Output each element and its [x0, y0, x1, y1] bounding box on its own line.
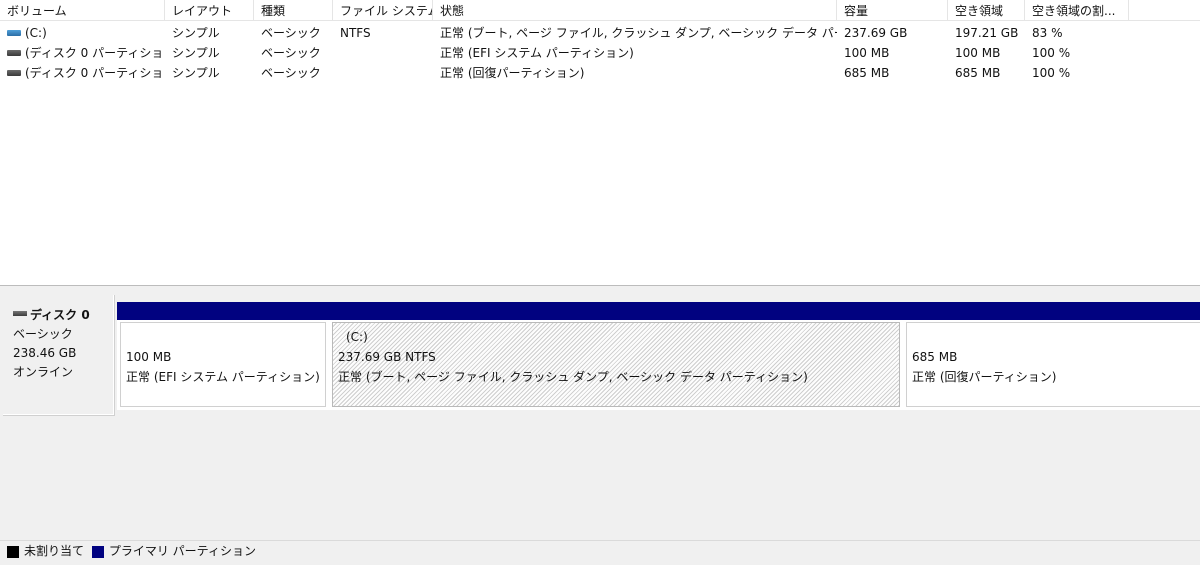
filesystem-cell: NTFS [340, 26, 371, 40]
legend-item-unallocated: 未割り当て [7, 541, 84, 562]
primary-partition-swatch-icon [91, 545, 104, 558]
partition-status: 正常 (回復パーティション) [912, 370, 1057, 384]
partition-status: 正常 (ブート, ページ ファイル, クラッシュ ダンプ, ベーシック データ … [338, 370, 808, 384]
type-cell: ベーシック [261, 26, 321, 40]
legend-item-primary: プライマリ パーティション [91, 541, 256, 562]
volume-row[interactable]: (ディスク 0 パーティション 4) シンプル ベーシック 正常 (回復パーティ… [0, 63, 1200, 83]
capacity-cell: 100 MB [844, 46, 890, 60]
status-cell: 正常 (EFI システム パーティション) [440, 46, 634, 60]
partition-size: 237.69 GB NTFS [338, 350, 436, 364]
column-header-free-percent[interactable]: 空き領域の割... [1025, 0, 1129, 21]
partition-recovery[interactable]: 685 MB 正常 (回復パーティション) [903, 302, 1200, 410]
disk-type: ベーシック [13, 327, 73, 341]
legend-label: プライマリ パーティション [108, 544, 256, 558]
free-space-cell: 197.21 GB [955, 26, 1019, 40]
column-header-filesystem[interactable]: ファイル システム [333, 0, 433, 21]
volume-name: (C:) [25, 26, 47, 40]
column-header-status[interactable]: 状態 [433, 0, 837, 21]
partition-size: 685 MB [912, 350, 958, 364]
volume-name-cell: (C:) [0, 23, 165, 43]
volume-row[interactable]: (C:) シンプル ベーシック NTFS 正常 (ブート, ページ ファイル, … [0, 23, 1200, 43]
type-cell: ベーシック [261, 46, 321, 60]
layout-cell: シンプル [172, 26, 220, 40]
disk-info-panel[interactable]: ディスク 0 ベーシック 238.46 GB オンライン [3, 295, 115, 416]
volume-list[interactable]: ボリューム レイアウト 種類 ファイル システム 状態 容量 空き領域 空き領域… [0, 0, 1200, 286]
status-cell: 正常 (ブート, ページ ファイル, クラッシュ ダンプ, ベーシック データ … [440, 26, 837, 40]
disk-name-line: ディスク 0 [13, 306, 114, 325]
partition-body: 100 MB 正常 (EFI システム パーティション) [120, 322, 326, 407]
legend-bar: 未割り当て プライマリ パーティション [0, 540, 1200, 563]
column-header-type[interactable]: 種類 [254, 0, 333, 21]
partition-size: 100 MB [126, 350, 172, 364]
disk-name: ディスク 0 [30, 308, 90, 322]
volume-icon [7, 70, 21, 76]
capacity-cell: 237.69 GB [844, 26, 908, 40]
filesystem-cell [333, 43, 433, 63]
capacity-cell: 685 MB [844, 66, 890, 80]
free-space-cell: 100 MB [955, 46, 1001, 60]
disk-state: オンライン [13, 365, 74, 379]
column-header-capacity[interactable]: 容量 [837, 0, 948, 21]
partition-type-bar [903, 302, 1200, 320]
legend-label: 未割り当て [24, 544, 85, 558]
partition-type-bar [117, 302, 329, 320]
disk-size: 238.46 GB [13, 346, 77, 360]
volume-list-header: ボリューム レイアウト 種類 ファイル システム 状態 容量 空き領域 空き領域… [0, 0, 1200, 21]
partition-type-bar [329, 302, 903, 320]
partition-status: 正常 (EFI システム パーティション) [126, 370, 320, 384]
volume-icon [7, 30, 21, 36]
free-percent-cell: 100 % [1032, 46, 1071, 60]
volume-name: (ディスク 0 パーティション 4) [25, 66, 165, 80]
volume-name-cell: (ディスク 0 パーティション 4) [0, 63, 165, 83]
volume-row[interactable]: (ディスク 0 パーティション 1) シンプル ベーシック 正常 (EFI シス… [0, 43, 1200, 63]
partition-efi[interactable]: 100 MB 正常 (EFI システム パーティション) [117, 302, 329, 410]
free-percent-cell: 100 % [1032, 66, 1071, 80]
type-cell: ベーシック [261, 66, 321, 80]
column-header-layout[interactable]: レイアウト [165, 0, 254, 21]
partition-body: 685 MB 正常 (回復パーティション) [906, 322, 1200, 407]
free-percent-cell: 83 % [1032, 26, 1063, 40]
volume-icon [7, 50, 21, 56]
filesystem-cell [333, 63, 433, 83]
partition-c[interactable]: (C:) 237.69 GB NTFS 正常 (ブート, ページ ファイル, ク… [329, 302, 903, 410]
free-space-cell: 685 MB [955, 66, 1001, 80]
partition-title: (C:) [346, 330, 368, 344]
column-header-volume[interactable]: ボリューム [0, 0, 165, 21]
volume-name-cell: (ディスク 0 パーティション 1) [0, 43, 165, 63]
status-cell: 正常 (回復パーティション) [440, 66, 585, 80]
disk-graphical-view[interactable]: ディスク 0 ベーシック 238.46 GB オンライン 100 MB 正常 (… [0, 288, 1200, 540]
unallocated-swatch-icon [7, 545, 19, 558]
layout-cell: シンプル [172, 66, 220, 80]
partition-body: (C:) 237.69 GB NTFS 正常 (ブート, ページ ファイル, ク… [332, 322, 900, 407]
volume-name: (ディスク 0 パーティション 1) [25, 46, 165, 60]
disk-icon [13, 311, 27, 316]
layout-cell: シンプル [172, 46, 220, 60]
column-header-free-space[interactable]: 空き領域 [948, 0, 1025, 21]
